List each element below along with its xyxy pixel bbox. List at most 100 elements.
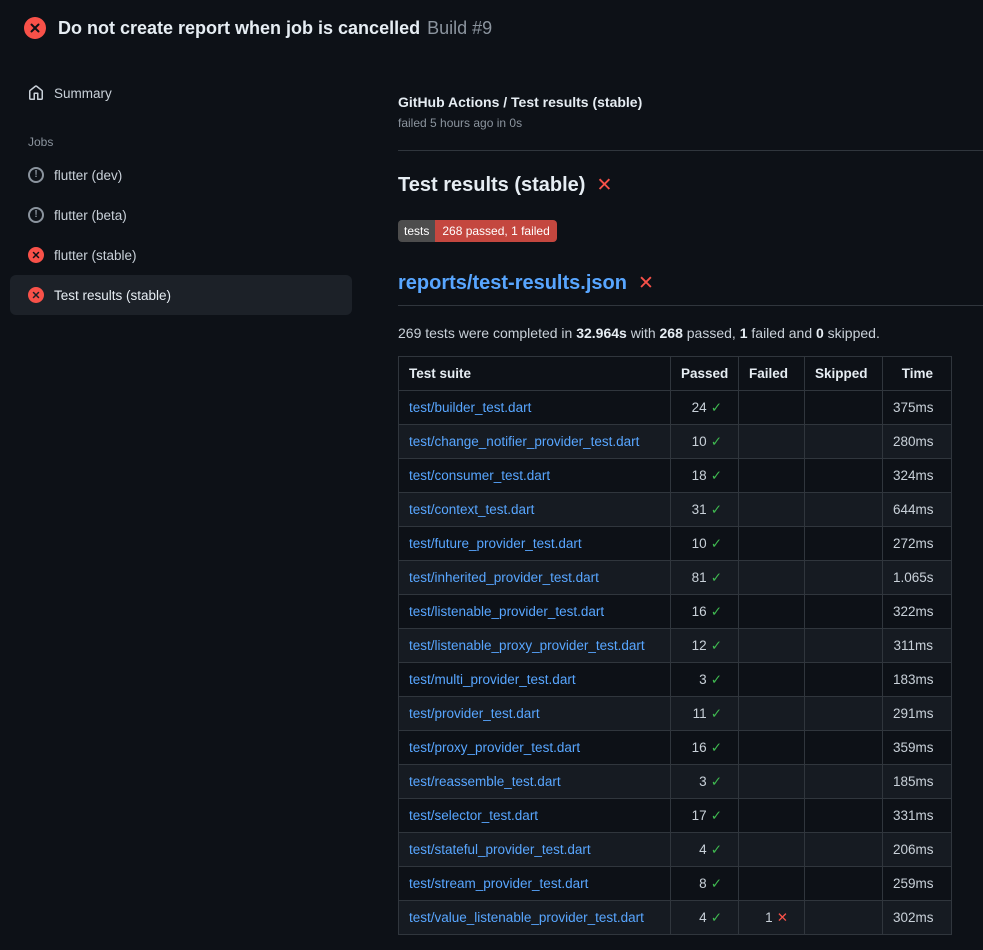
time-value: 1.065s: [893, 570, 934, 585]
failed-cell: [739, 527, 805, 561]
suite-link[interactable]: test/multi_provider_test.dart: [409, 672, 576, 687]
sidebar: Summary Jobs ! flutter (dev) ! flutter (…: [10, 56, 352, 315]
skipped-cell: [805, 697, 883, 731]
suite-link[interactable]: test/change_notifier_provider_test.dart: [409, 434, 639, 449]
passed-cell: 3✓: [671, 765, 739, 799]
failed-cell: [739, 561, 805, 595]
suite-link[interactable]: test/builder_test.dart: [409, 400, 531, 415]
layout: Summary Jobs ! flutter (dev) ! flutter (…: [0, 56, 983, 935]
failed-x-icon: ✕: [596, 176, 612, 195]
suite-link[interactable]: test/stream_provider_test.dart: [409, 876, 588, 891]
passed-cell: 10✓: [671, 425, 739, 459]
skipped-cell: [805, 867, 883, 901]
col-header-failed: Failed: [739, 357, 805, 391]
build-number: Build #9: [427, 18, 492, 38]
failed-cell: [739, 391, 805, 425]
sidebar-item-summary[interactable]: Summary: [10, 73, 352, 113]
jobs-section-label: Jobs: [28, 135, 352, 149]
sidebar-item-label: flutter (dev): [54, 168, 122, 183]
table-row: test/reassemble_test.dart 3✓ 185ms: [399, 765, 952, 799]
failed-cell: [739, 765, 805, 799]
skipped-cell: [805, 629, 883, 663]
sidebar-item-flutter-stable[interactable]: flutter (stable): [10, 235, 352, 275]
time-cell: 1.065s: [883, 561, 952, 595]
suite-link[interactable]: test/selector_test.dart: [409, 808, 538, 823]
failed-cell: [739, 629, 805, 663]
sidebar-item-flutter-beta[interactable]: ! flutter (beta): [10, 195, 352, 235]
time-value: 259ms: [893, 876, 934, 891]
passed-cell: 8✓: [671, 867, 739, 901]
summary-text: with: [627, 325, 660, 341]
time-cell: 375ms: [883, 391, 952, 425]
time-value: 324ms: [893, 468, 934, 483]
badge-value: 268 passed, 1 failed: [435, 220, 556, 242]
skipped-cell: [805, 799, 883, 833]
time-cell: 183ms: [883, 663, 952, 697]
check-icon: ✓: [711, 740, 722, 755]
time-cell: 331ms: [883, 799, 952, 833]
run-title: Do not create report when job is cancell…: [58, 18, 420, 38]
suite-link[interactable]: test/stateful_provider_test.dart: [409, 842, 591, 857]
passed-cell: 18✓: [671, 459, 739, 493]
skipped-cell: [805, 901, 883, 935]
suite-link[interactable]: test/listenable_provider_test.dart: [409, 604, 604, 619]
time-value: 272ms: [893, 536, 934, 551]
table-row: test/provider_test.dart 11✓ 291ms: [399, 697, 952, 731]
sidebar-item-flutter-dev[interactable]: ! flutter (dev): [10, 155, 352, 195]
passed-cell: 12✓: [671, 629, 739, 663]
passed-count: 81: [692, 570, 707, 585]
check-icon: ✓: [711, 808, 722, 823]
failed-cell: 1✕: [739, 901, 805, 935]
divider: [398, 150, 983, 151]
check-icon: ✓: [711, 536, 722, 551]
suite-link[interactable]: test/proxy_provider_test.dart: [409, 740, 580, 755]
col-header-test-suite: Test suite: [399, 357, 671, 391]
time-cell: 359ms: [883, 731, 952, 765]
failed-status-icon: [24, 17, 46, 39]
failed-cell: [739, 697, 805, 731]
table-row: test/listenable_proxy_provider_test.dart…: [399, 629, 952, 663]
summary-duration: 32.964s: [576, 325, 627, 341]
passed-cell: 17✓: [671, 799, 739, 833]
table-row: test/multi_provider_test.dart 3✓ 183ms: [399, 663, 952, 697]
table-row: test/value_listenable_provider_test.dart…: [399, 901, 952, 935]
failed-cell: [739, 731, 805, 765]
suite-link[interactable]: test/listenable_proxy_provider_test.dart: [409, 638, 645, 653]
suite-link[interactable]: test/consumer_test.dart: [409, 468, 550, 483]
suite-cell: test/builder_test.dart: [399, 391, 671, 425]
time-value: 183ms: [893, 672, 934, 687]
report-file-link[interactable]: reports/test-results.json: [398, 272, 627, 295]
suite-link[interactable]: test/future_provider_test.dart: [409, 536, 582, 551]
time-value: 331ms: [893, 808, 934, 823]
section-title: Test results (stable) ✕: [398, 174, 983, 197]
sidebar-item-label: Test results (stable): [54, 288, 171, 303]
sidebar-item-test-results-stable[interactable]: Test results (stable): [10, 275, 352, 315]
report-file-heading: reports/test-results.json ✕: [398, 272, 983, 306]
skipped-cell: [805, 595, 883, 629]
failed-status-icon: [28, 247, 44, 263]
suite-link[interactable]: test/value_listenable_provider_test.dart: [409, 910, 644, 925]
passed-cell: 11✓: [671, 697, 739, 731]
table-row: test/change_notifier_provider_test.dart …: [399, 425, 952, 459]
summary-text: skipped.: [824, 325, 880, 341]
home-icon: [28, 85, 44, 101]
suite-cell: test/stream_provider_test.dart: [399, 867, 671, 901]
failed-x-icon: ✕: [638, 274, 654, 293]
time-cell: 185ms: [883, 765, 952, 799]
suite-cell: test/future_provider_test.dart: [399, 527, 671, 561]
col-header-time: Time: [883, 357, 952, 391]
table-row: test/future_provider_test.dart 10✓ 272ms: [399, 527, 952, 561]
suite-link[interactable]: test/provider_test.dart: [409, 706, 540, 721]
suite-link[interactable]: test/inherited_provider_test.dart: [409, 570, 599, 585]
failed-cell: [739, 663, 805, 697]
suite-cell: test/stateful_provider_test.dart: [399, 833, 671, 867]
failed-count: 1: [765, 910, 773, 925]
skipped-cell: [805, 663, 883, 697]
suite-link[interactable]: test/reassemble_test.dart: [409, 774, 561, 789]
check-icon: ✓: [711, 876, 722, 891]
table-row: test/stateful_provider_test.dart 4✓ 206m…: [399, 833, 952, 867]
passed-count: 11: [693, 706, 707, 721]
table-row: test/context_test.dart 31✓ 644ms: [399, 493, 952, 527]
skipped-cell: [805, 527, 883, 561]
suite-link[interactable]: test/context_test.dart: [409, 502, 534, 517]
